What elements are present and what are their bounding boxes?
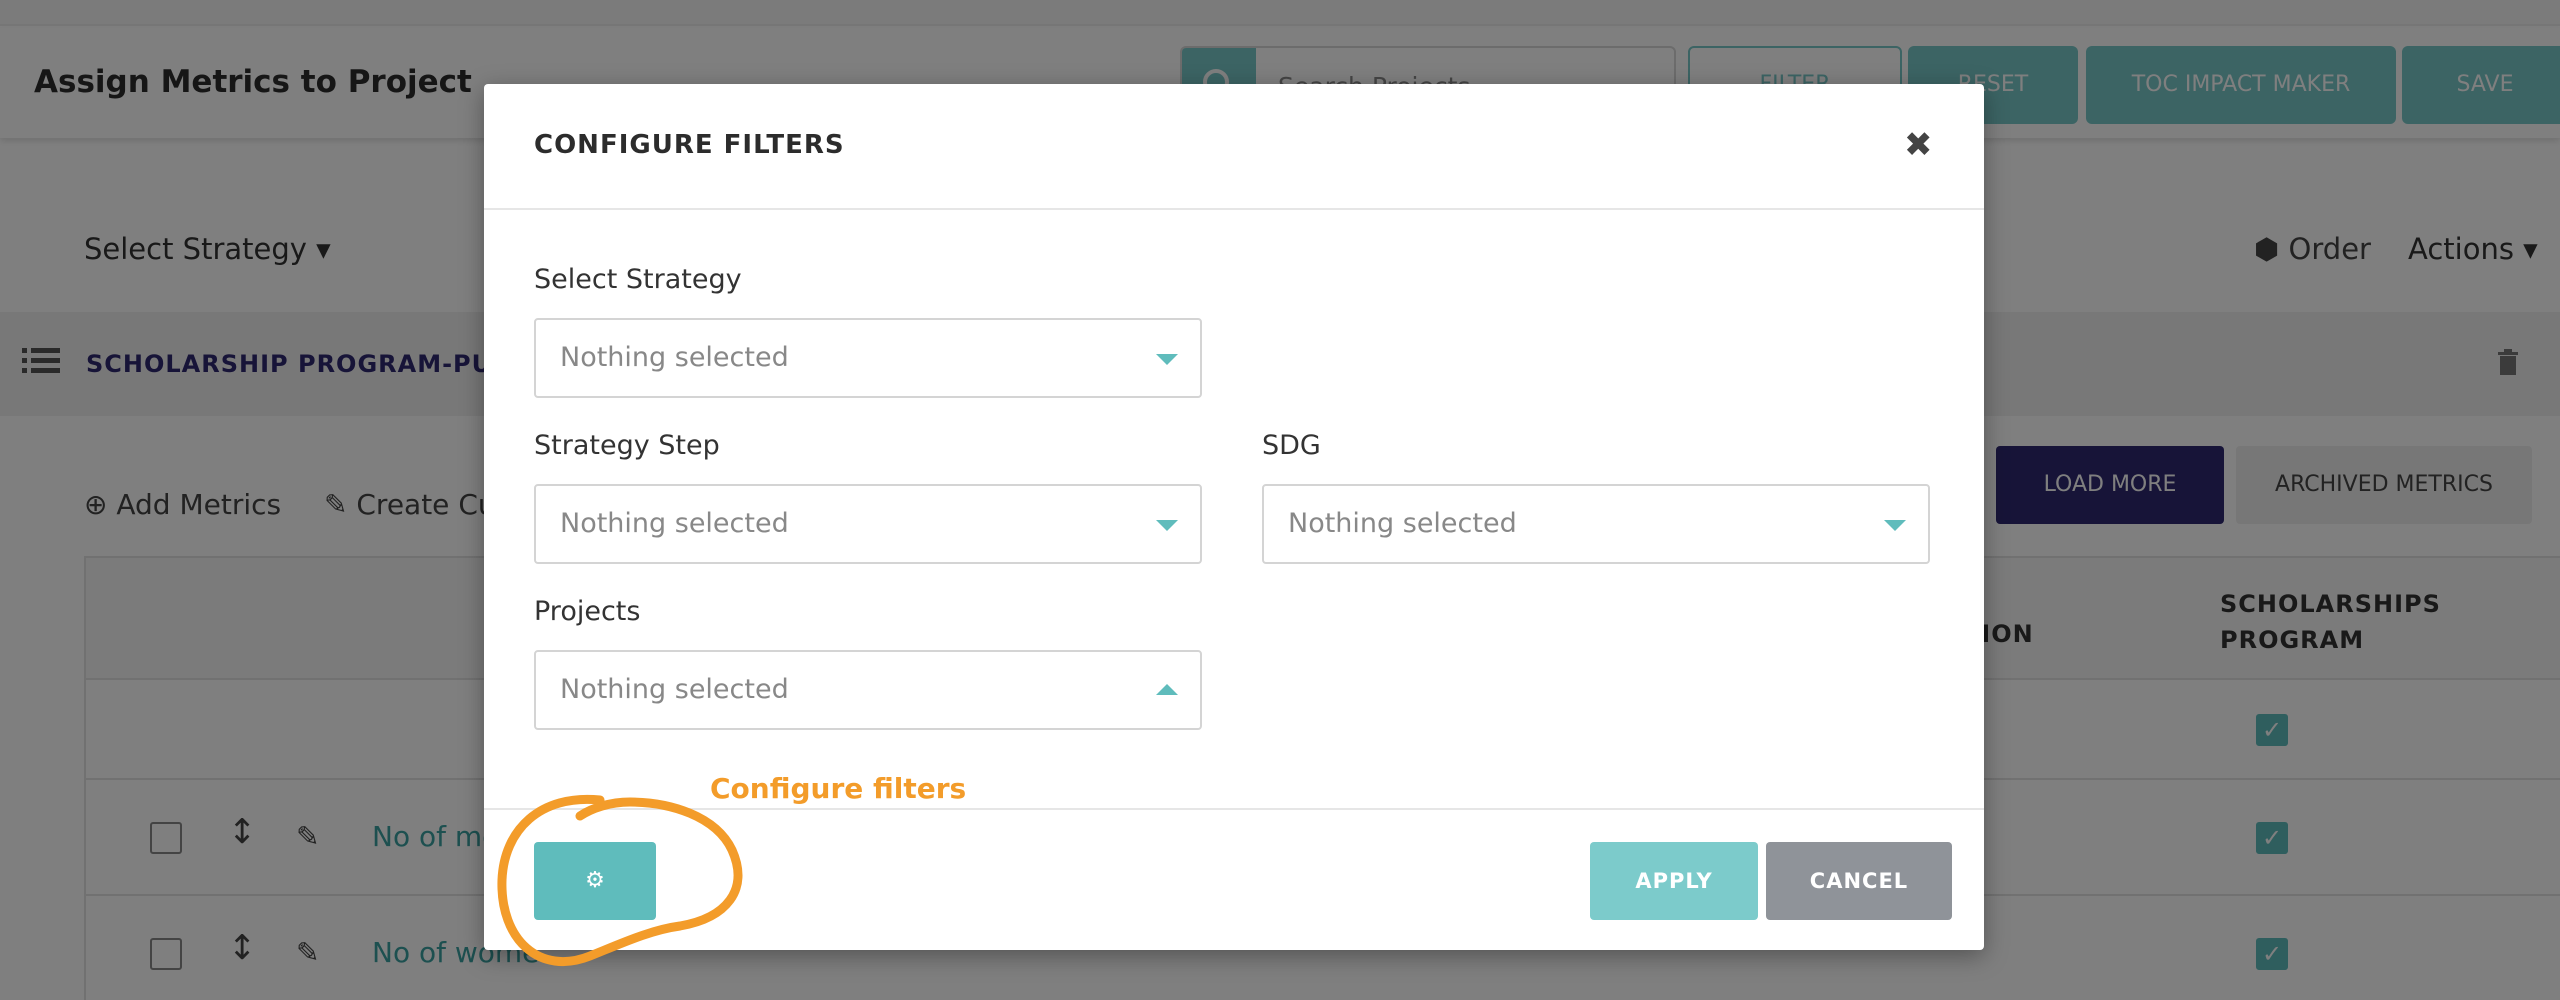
strategy-label: Select Strategy [534,264,742,295]
sdg-label: SDG [1262,430,1321,461]
caret-down-icon [1156,520,1178,531]
apply-button[interactable]: APPLY [1590,842,1758,920]
projects-select-value: Nothing selected [560,674,789,705]
projects-select[interactable]: Nothing selected [534,650,1202,730]
strategy-select[interactable]: Nothing selected [534,318,1202,398]
projects-label: Projects [534,596,641,627]
cancel-button[interactable]: CANCEL [1766,842,1952,920]
caret-up-icon [1156,684,1178,695]
caret-down-icon [1156,354,1178,365]
annotation-circle [497,794,743,966]
strategy-step-select[interactable]: Nothing selected [534,484,1202,564]
caret-down-icon [1884,520,1906,531]
strategy-step-select-value: Nothing selected [560,508,789,539]
strategy-select-value: Nothing selected [560,342,789,373]
sdg-select-value: Nothing selected [1288,508,1517,539]
close-icon[interactable]: ✖ [1904,128,1933,162]
modal-title: CONFIGURE FILTERS [534,130,845,160]
modal-header: CONFIGURE FILTERS ✖ [484,84,1984,210]
sdg-select[interactable]: Nothing selected [1262,484,1930,564]
strategy-step-label: Strategy Step [534,430,720,461]
